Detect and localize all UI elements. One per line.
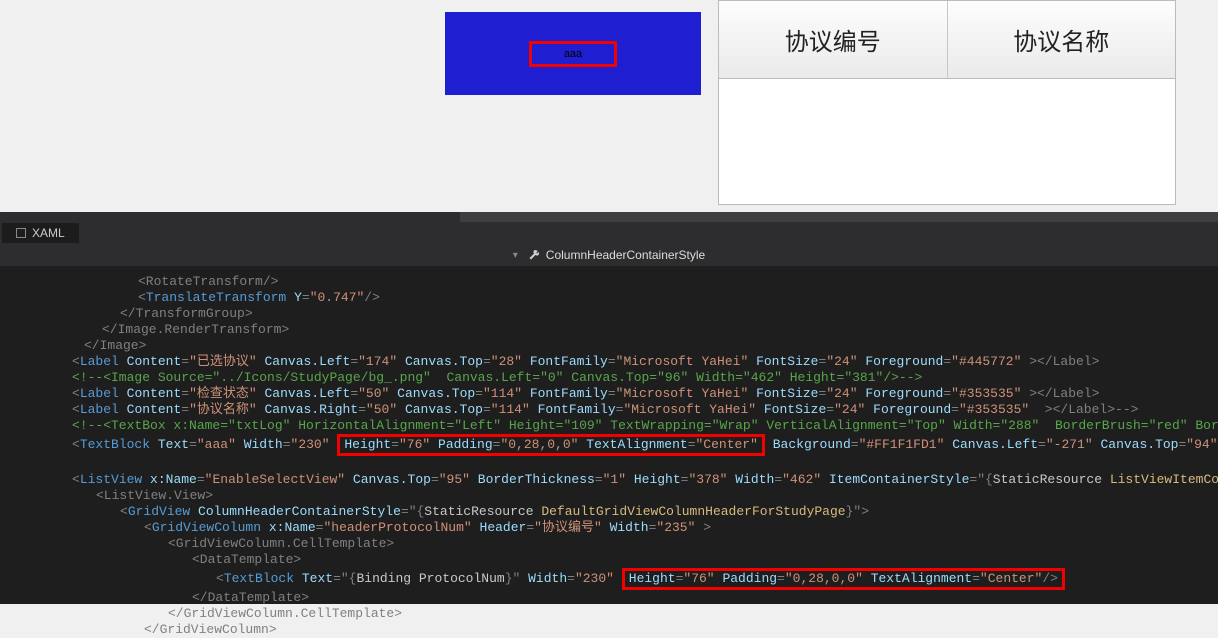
column-header-protocol-name[interactable]: 协议名称 [948, 1, 1176, 78]
preview-textblock-inner: aaa [529, 41, 617, 67]
tab-label: XAML [32, 226, 65, 240]
listview-header-row: 协议编号 协议名称 [719, 1, 1175, 79]
preview-textblock[interactable]: aaa [445, 12, 701, 95]
splitter-bar[interactable] [0, 212, 1218, 222]
breadcrumb[interactable]: ▾ ColumnHeaderContainerStyle [0, 244, 1218, 266]
xaml-code-editor[interactable]: <RotateTransform/> <TranslateTransform Y… [0, 266, 1218, 604]
editor-tabbar: XAML [0, 222, 1218, 244]
highlight-box-1: Height="76" Padding="0,28,0,0" TextAlign… [337, 434, 765, 456]
chevron-down-icon: ▾ [513, 250, 518, 261]
breadcrumb-label: ColumnHeaderContainerStyle [546, 248, 705, 262]
designer-canvas: aaa 协议编号 协议名称 [0, 0, 1218, 212]
column-header-protocol-num[interactable]: 协议编号 [719, 1, 948, 78]
preview-listview[interactable]: 协议编号 协议名称 [718, 0, 1176, 205]
tab-xaml[interactable]: XAML [2, 223, 79, 243]
highlight-box-2: Height="76" Padding="0,28,0,0" TextAlign… [622, 568, 1065, 590]
wrench-icon [528, 249, 540, 261]
tab-icon [16, 228, 26, 238]
preview-text: aaa [564, 48, 582, 60]
horizontal-scrollbar[interactable] [460, 212, 1218, 222]
